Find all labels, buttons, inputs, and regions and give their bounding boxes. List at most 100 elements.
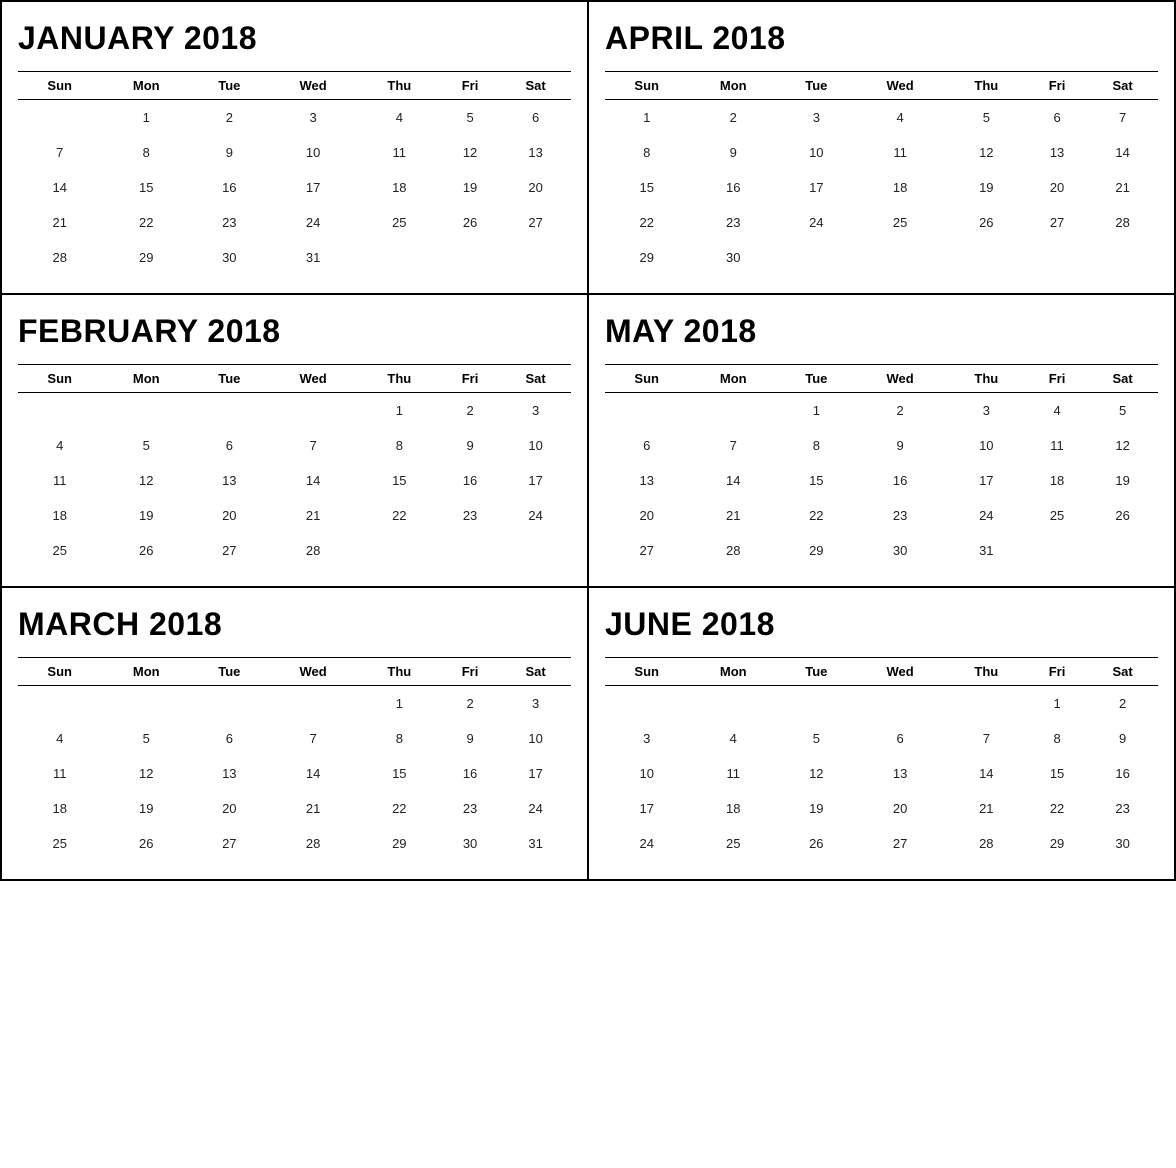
calendar-day[interactable]: 24	[946, 498, 1027, 533]
calendar-day[interactable]: 26	[101, 826, 191, 861]
calendar-day[interactable]	[1027, 240, 1087, 275]
calendar-day[interactable]: 7	[268, 428, 359, 463]
calendar-day[interactable]: 17	[500, 463, 571, 498]
calendar-day[interactable]: 11	[359, 135, 440, 170]
calendar-day[interactable]: 30	[688, 240, 778, 275]
calendar-day[interactable]: 23	[1087, 791, 1158, 826]
calendar-day[interactable]: 24	[605, 826, 688, 861]
calendar-day[interactable]: 28	[688, 533, 778, 568]
calendar-day[interactable]: 10	[946, 428, 1027, 463]
calendar-day[interactable]: 17	[605, 791, 688, 826]
calendar-day[interactable]: 29	[101, 240, 191, 275]
calendar-day[interactable]: 16	[440, 756, 500, 791]
calendar-day[interactable]	[18, 686, 101, 722]
calendar-day[interactable]	[359, 533, 440, 568]
calendar-day[interactable]: 29	[605, 240, 688, 275]
calendar-day[interactable]: 7	[268, 721, 359, 756]
calendar-day[interactable]: 20	[1027, 170, 1087, 205]
calendar-day[interactable]: 10	[778, 135, 854, 170]
calendar-day[interactable]: 12	[440, 135, 500, 170]
calendar-day[interactable]: 24	[778, 205, 854, 240]
calendar-day[interactable]: 24	[500, 498, 571, 533]
calendar-day[interactable]: 15	[101, 170, 191, 205]
calendar-day[interactable]: 26	[440, 205, 500, 240]
calendar-day[interactable]: 31	[500, 826, 571, 861]
calendar-day[interactable]: 26	[778, 826, 854, 861]
calendar-day[interactable]: 4	[18, 721, 101, 756]
calendar-day[interactable]: 30	[1087, 826, 1158, 861]
calendar-day[interactable]: 6	[500, 100, 571, 136]
calendar-day[interactable]: 22	[101, 205, 191, 240]
calendar-day[interactable]: 5	[1087, 393, 1158, 429]
calendar-day[interactable]: 2	[1087, 686, 1158, 722]
calendar-day[interactable]: 1	[359, 393, 440, 429]
calendar-day[interactable]: 9	[191, 135, 267, 170]
calendar-day[interactable]: 17	[946, 463, 1027, 498]
calendar-day[interactable]: 17	[500, 756, 571, 791]
calendar-day[interactable]: 23	[440, 498, 500, 533]
calendar-day[interactable]: 8	[778, 428, 854, 463]
calendar-day[interactable]	[268, 686, 359, 722]
calendar-day[interactable]	[688, 686, 778, 722]
calendar-day[interactable]: 12	[101, 756, 191, 791]
calendar-day[interactable]: 2	[440, 686, 500, 722]
calendar-day[interactable]	[855, 240, 946, 275]
calendar-day[interactable]: 9	[688, 135, 778, 170]
calendar-day[interactable]: 21	[18, 205, 101, 240]
calendar-day[interactable]	[946, 240, 1027, 275]
calendar-day[interactable]: 2	[688, 100, 778, 136]
calendar-day[interactable]	[500, 240, 571, 275]
calendar-day[interactable]: 1	[778, 393, 854, 429]
calendar-day[interactable]: 3	[778, 100, 854, 136]
calendar-day[interactable]: 20	[191, 791, 267, 826]
calendar-day[interactable]: 9	[1087, 721, 1158, 756]
calendar-day[interactable]: 13	[191, 463, 267, 498]
calendar-day[interactable]: 12	[1087, 428, 1158, 463]
calendar-day[interactable]: 30	[440, 826, 500, 861]
calendar-day[interactable]: 22	[359, 791, 440, 826]
calendar-day[interactable]: 27	[855, 826, 946, 861]
calendar-day[interactable]	[778, 686, 854, 722]
calendar-day[interactable]: 25	[1027, 498, 1087, 533]
calendar-day[interactable]: 28	[268, 533, 359, 568]
calendar-day[interactable]: 10	[500, 428, 571, 463]
calendar-day[interactable]: 17	[778, 170, 854, 205]
calendar-day[interactable]: 11	[1027, 428, 1087, 463]
calendar-day[interactable]: 14	[268, 463, 359, 498]
calendar-day[interactable]: 10	[500, 721, 571, 756]
calendar-day[interactable]: 22	[359, 498, 440, 533]
calendar-day[interactable]: 15	[1027, 756, 1087, 791]
calendar-day[interactable]: 17	[268, 170, 359, 205]
calendar-day[interactable]: 22	[605, 205, 688, 240]
calendar-day[interactable]: 9	[855, 428, 946, 463]
calendar-day[interactable]: 16	[855, 463, 946, 498]
calendar-day[interactable]: 28	[18, 240, 101, 275]
calendar-day[interactable]: 9	[440, 721, 500, 756]
calendar-day[interactable]: 15	[359, 756, 440, 791]
calendar-day[interactable]: 19	[440, 170, 500, 205]
calendar-day[interactable]: 21	[268, 498, 359, 533]
calendar-day[interactable]: 7	[946, 721, 1027, 756]
calendar-day[interactable]: 30	[191, 240, 267, 275]
calendar-day[interactable]: 30	[855, 533, 946, 568]
calendar-day[interactable]: 10	[605, 756, 688, 791]
calendar-day[interactable]: 28	[268, 826, 359, 861]
calendar-day[interactable]: 28	[1087, 205, 1158, 240]
calendar-day[interactable]	[101, 393, 191, 429]
calendar-day[interactable]: 8	[359, 721, 440, 756]
calendar-day[interactable]: 20	[855, 791, 946, 826]
calendar-day[interactable]: 28	[946, 826, 1027, 861]
calendar-day[interactable]: 18	[18, 498, 101, 533]
calendar-day[interactable]: 15	[359, 463, 440, 498]
calendar-day[interactable]	[359, 240, 440, 275]
calendar-day[interactable]: 15	[778, 463, 854, 498]
calendar-day[interactable]	[946, 686, 1027, 722]
calendar-day[interactable]: 25	[18, 826, 101, 861]
calendar-day[interactable]: 1	[605, 100, 688, 136]
calendar-day[interactable]: 2	[191, 100, 267, 136]
calendar-day[interactable]: 3	[946, 393, 1027, 429]
calendar-day[interactable]: 31	[946, 533, 1027, 568]
calendar-day[interactable]	[18, 100, 101, 136]
calendar-day[interactable]: 23	[440, 791, 500, 826]
calendar-day[interactable]: 12	[101, 463, 191, 498]
